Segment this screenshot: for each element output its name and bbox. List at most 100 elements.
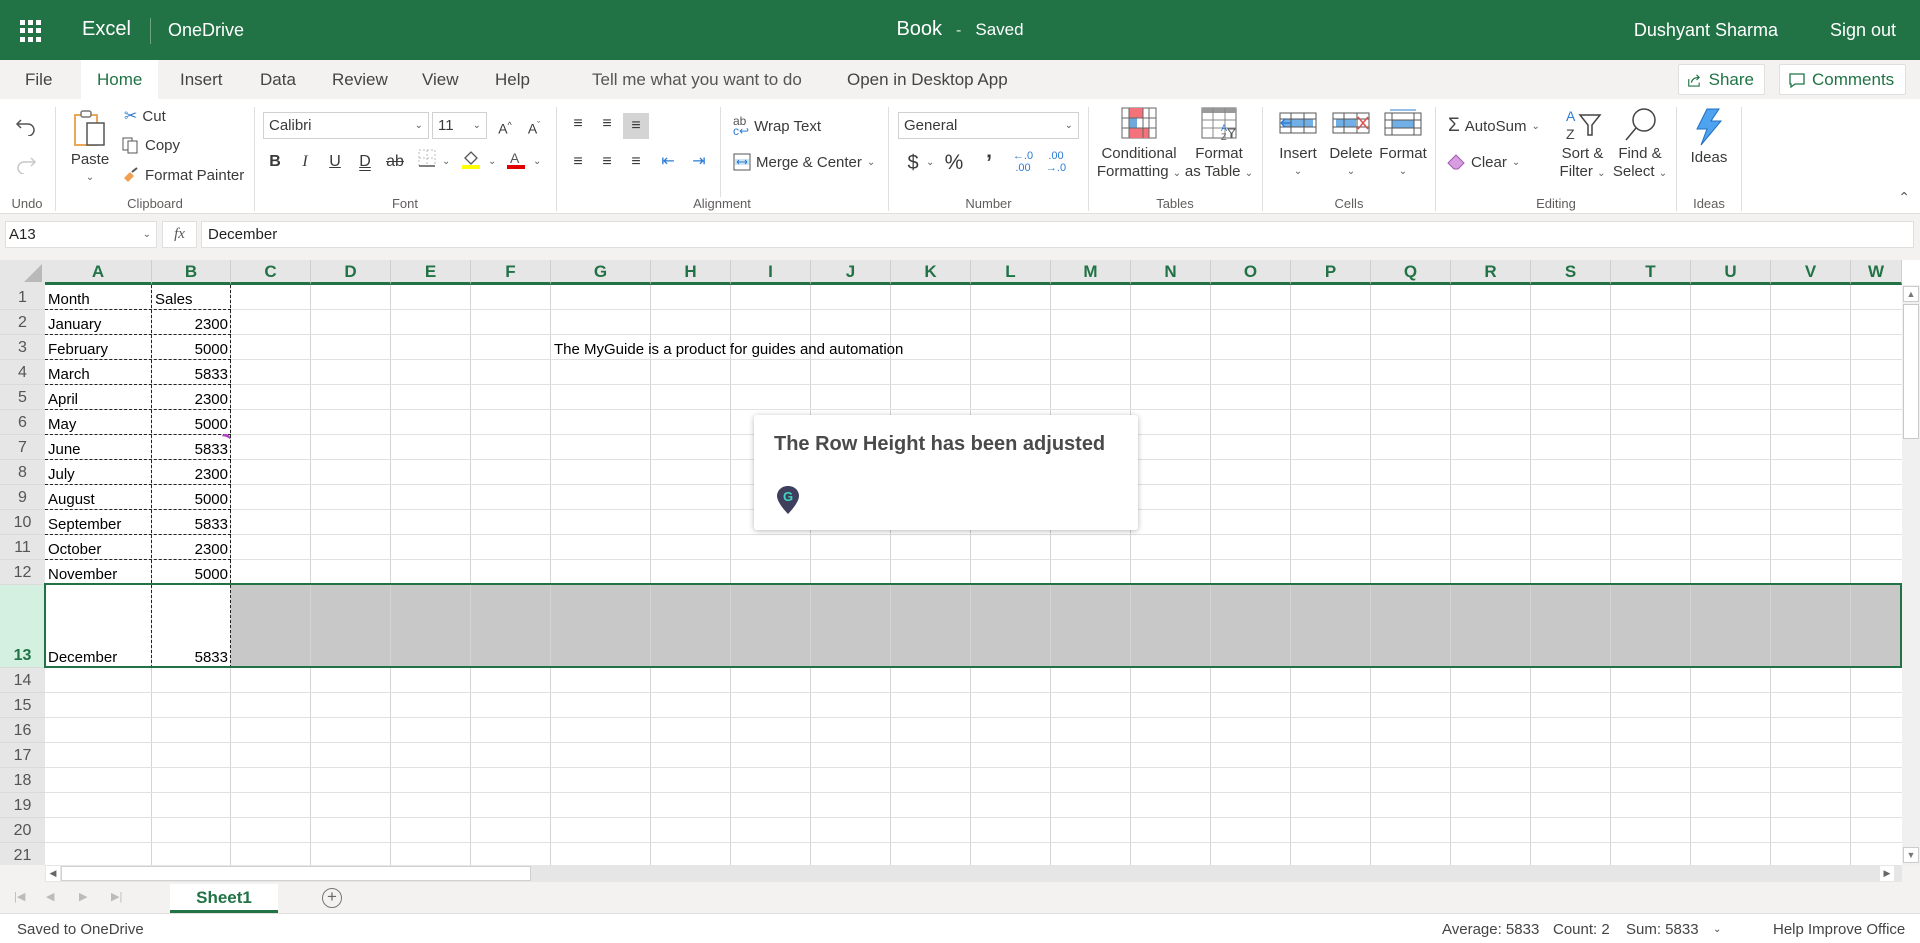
tab-insert[interactable]: Insert [164, 60, 239, 99]
scroll-up-icon[interactable]: ▲ [1903, 286, 1919, 302]
row-header-16[interactable]: 16 [0, 718, 45, 743]
increase-decimal-button[interactable]: ←.0.00 [1010, 150, 1036, 176]
font-color-dropdown[interactable]: ⌄ [533, 156, 541, 167]
row-header-11[interactable]: 11 [0, 535, 45, 560]
center-button[interactable]: ≡ [594, 149, 620, 175]
cell-a5[interactable]: April [45, 385, 81, 410]
tab-data[interactable]: Data [244, 60, 312, 99]
tab-help[interactable]: Help [479, 60, 546, 99]
cell-a3[interactable]: February [45, 335, 111, 360]
double-underline-button[interactable]: D [352, 149, 378, 175]
column-header-m[interactable]: M [1051, 260, 1131, 285]
column-header-s[interactable]: S [1531, 260, 1611, 285]
row-header-12[interactable]: 12 [0, 560, 45, 585]
collapse-ribbon-icon[interactable]: ⌃ [1898, 189, 1910, 206]
borders-button[interactable] [414, 149, 440, 175]
column-header-a[interactable]: A [45, 260, 152, 285]
row-header-1[interactable]: 1 [0, 285, 45, 310]
column-header-k[interactable]: K [891, 260, 971, 285]
column-header-r[interactable]: R [1451, 260, 1531, 285]
cell-a12[interactable]: November [45, 560, 120, 585]
cell-g3[interactable]: The MyGuide is a product for guides and … [551, 335, 906, 360]
app-name[interactable]: Excel [82, 18, 131, 41]
align-left-button[interactable]: ≡ [565, 149, 591, 175]
column-header-i[interactable]: I [731, 260, 811, 285]
horizontal-scroll-thumb[interactable] [61, 866, 531, 881]
prev-sheet-icon[interactable]: ◀ [46, 890, 54, 903]
row-header-6[interactable]: 6 [0, 410, 45, 435]
redo-button[interactable] [15, 154, 37, 174]
cell-a1[interactable]: Month [45, 285, 93, 310]
tab-home[interactable]: Home [81, 60, 159, 99]
column-header-u[interactable]: U [1691, 260, 1771, 285]
row-header-2[interactable]: 2 [0, 310, 45, 335]
format-as-table-button[interactable]: AZ Format as Table ⌄ [1182, 107, 1256, 183]
status-options-dropdown[interactable]: ⌄ [1713, 924, 1721, 935]
top-align-button[interactable]: ≡ [565, 111, 591, 137]
italic-button[interactable]: I [292, 149, 318, 175]
column-header-v[interactable]: V [1771, 260, 1851, 285]
currency-dropdown[interactable]: ⌄ [926, 157, 934, 168]
cell-a13[interactable]: December [45, 585, 120, 668]
vertical-scrollbar[interactable]: ▲ ▼ [1902, 285, 1920, 865]
name-box[interactable]: A13 ⌄ [5, 221, 157, 248]
cell-a6[interactable]: May [45, 410, 79, 435]
column-header-o[interactable]: O [1211, 260, 1291, 285]
myguide-logo-icon[interactable]: G [776, 485, 800, 515]
spreadsheet-grid[interactable]: A B C D E F G H I J K L M N O P Q R S T U V W 1 2 3 4 5 6 7 8 9 10 11 12 13… [0, 260, 1920, 865]
row-header-7[interactable]: 7 [0, 435, 45, 460]
column-header-l[interactable]: L [971, 260, 1051, 285]
share-button[interactable]: Share [1678, 64, 1765, 95]
bottom-align-button[interactable]: ≡ [623, 113, 649, 139]
cell-a8[interactable]: July [45, 460, 78, 485]
cell-b7[interactable]: 5833 [152, 435, 231, 460]
borders-dropdown[interactable]: ⌄ [442, 156, 450, 167]
wrap-text-button[interactable]: ab c↩ Wrap Text [733, 115, 821, 137]
select-all-button[interactable] [0, 260, 45, 285]
column-header-h[interactable]: H [651, 260, 731, 285]
insert-function-button[interactable]: fx [162, 221, 197, 248]
cell-b13[interactable]: 5833 [152, 585, 231, 668]
row-header-3[interactable]: 3 [0, 335, 45, 360]
increase-font-size-button[interactable]: A^ [492, 112, 518, 138]
column-header-j[interactable]: J [811, 260, 891, 285]
column-header-e[interactable]: E [391, 260, 471, 285]
paste-button[interactable]: Paste ⌄ [68, 109, 112, 187]
delete-cells-button[interactable]: Delete ⌄ [1327, 109, 1375, 181]
add-sheet-icon[interactable]: + [322, 888, 342, 908]
ideas-button[interactable]: Ideas [1686, 107, 1732, 167]
cell-a10[interactable]: September [45, 510, 124, 535]
user-name[interactable]: Dushyant Sharma [1634, 20, 1778, 41]
row-header-20[interactable]: 20 [0, 818, 45, 843]
row-header-13[interactable]: 13 [0, 585, 45, 668]
cell-a9[interactable]: August [45, 485, 98, 510]
vertical-scroll-thumb[interactable] [1903, 304, 1919, 439]
undo-button[interactable] [15, 116, 37, 136]
cell-b6[interactable]: 5000 [152, 410, 231, 435]
fill-color-button[interactable] [458, 149, 484, 175]
column-header-q[interactable]: Q [1371, 260, 1451, 285]
row-header-10[interactable]: 10 [0, 510, 45, 535]
row-header-8[interactable]: 8 [0, 460, 45, 485]
underline-button[interactable]: U [322, 149, 348, 175]
column-header-b[interactable]: B [152, 260, 231, 285]
middle-align-button[interactable]: ≡ [594, 111, 620, 137]
row-header-9[interactable]: 9 [0, 485, 45, 510]
clear-button[interactable]: Clear ⌄ [1446, 153, 1520, 171]
scroll-right-icon[interactable]: ▶ [1880, 866, 1894, 881]
cut-button[interactable]: ✂ Cut [124, 106, 166, 126]
row-header-5[interactable]: 5 [0, 385, 45, 410]
number-format-select[interactable]: General ⌄ [898, 112, 1079, 139]
column-header-p[interactable]: P [1291, 260, 1371, 285]
copy-button[interactable]: Copy [122, 136, 180, 154]
font-name-select[interactable]: Calibri ⌄ [263, 112, 429, 139]
tab-file[interactable]: File [9, 60, 68, 99]
column-header-d[interactable]: D [311, 260, 391, 285]
cell-b3[interactable]: 5000 [152, 335, 231, 360]
currency-button[interactable]: $ [900, 150, 926, 176]
scroll-down-icon[interactable]: ▼ [1903, 847, 1919, 863]
horizontal-scrollbar[interactable]: ◀ ▶ [45, 865, 1902, 882]
last-sheet-icon[interactable]: ▶| [111, 890, 122, 903]
fill-color-dropdown[interactable]: ⌄ [488, 156, 496, 167]
column-header-g[interactable]: G [551, 260, 651, 285]
